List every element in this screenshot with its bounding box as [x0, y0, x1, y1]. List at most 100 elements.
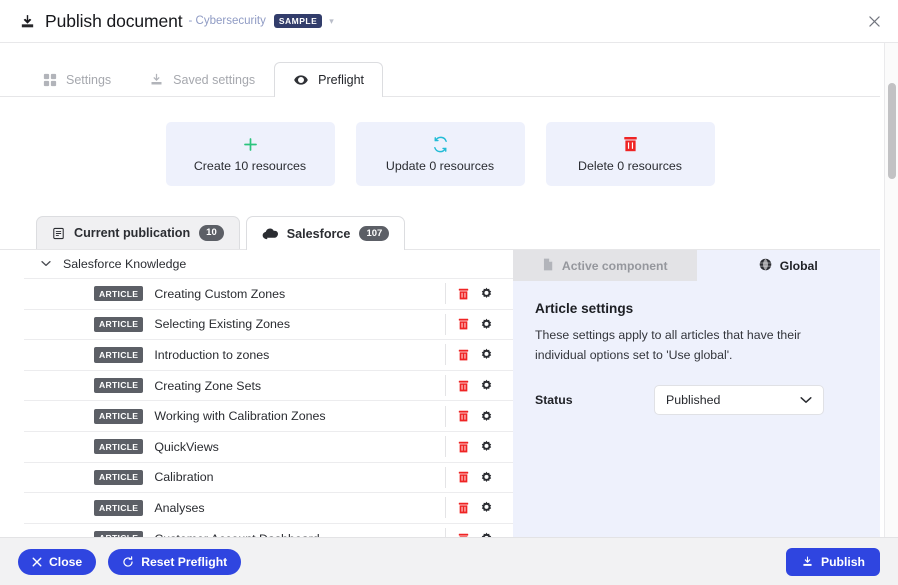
trash-icon[interactable]: [458, 502, 469, 514]
tab-current-publication[interactable]: Current publication 10: [36, 216, 240, 249]
document-icon: [542, 258, 554, 274]
row-actions: [445, 344, 513, 365]
row-actions: [445, 497, 513, 518]
x-icon: [32, 557, 42, 567]
tab-saved-settings[interactable]: Saved settings: [130, 62, 274, 96]
trash-icon: [623, 135, 638, 153]
main-tabs: Settings Saved settings: [0, 51, 880, 97]
summary-cards: Create 10 resources Update 0 resources: [0, 97, 880, 186]
row-actions: [445, 314, 513, 335]
row-title: Selecting Existing Zones: [154, 317, 445, 331]
row-type-badge: ARTICLE: [94, 439, 143, 454]
tab-current-publication-count: 10: [199, 225, 224, 241]
gear-icon[interactable]: [480, 532, 493, 537]
settings-panel-tabs: Active component Global: [513, 250, 880, 281]
reset-preflight-button[interactable]: Reset Preflight: [108, 549, 241, 575]
table-row[interactable]: ARTICLEAnalyses: [24, 492, 513, 523]
close-icon[interactable]: [866, 13, 882, 29]
vertical-scrollbar-thumb[interactable]: [888, 83, 896, 179]
table-row[interactable]: ARTICLE Working with Calibration Zones: [24, 400, 513, 431]
row-type-badge: ARTICLE: [94, 500, 143, 515]
settings-description: These settings apply to all articles tha…: [535, 326, 825, 366]
close-button[interactable]: Close: [18, 549, 96, 575]
update-resources-card[interactable]: Update 0 resources: [356, 122, 525, 186]
plus-icon: [242, 135, 259, 153]
status-select-value: Published: [666, 393, 720, 407]
tab-active-component-label: Active component: [562, 259, 668, 273]
gear-icon[interactable]: [480, 440, 493, 453]
row-type-badge: ARTICLE: [94, 286, 143, 301]
row-actions: [445, 375, 513, 396]
tab-preflight[interactable]: Preflight: [274, 62, 383, 97]
document-subtitle: - Cybersecurity: [189, 15, 266, 27]
scrollable-content: Settings Saved settings: [0, 43, 880, 537]
update-resources-label: Update 0 resources: [386, 159, 494, 173]
globe-icon: [759, 258, 772, 274]
row-title: Introduction to zones: [154, 348, 445, 362]
delete-resources-label: Delete 0 resources: [578, 159, 682, 173]
gear-icon[interactable]: [480, 348, 493, 361]
row-actions: [445, 528, 513, 537]
row-title: QuickViews: [154, 440, 445, 454]
table-row[interactable]: ARTICLECreating Zone Sets: [24, 370, 513, 401]
table-row[interactable]: ARTICLECustomer Account Dashboard: [24, 523, 513, 537]
chevron-down-icon: [800, 396, 812, 404]
settings-heading: Article settings: [535, 301, 858, 316]
table-row[interactable]: ARTICLECalibration: [24, 462, 513, 493]
reset-preflight-button-label: Reset Preflight: [141, 555, 227, 569]
settings-panel-body: Article settings These settings apply to…: [513, 281, 880, 415]
row-type-badge: ARTICLE: [94, 317, 143, 332]
preflight-panes: Salesforce Knowledge ARTICLECreating Cus…: [0, 250, 880, 537]
create-resources-card[interactable]: Create 10 resources: [166, 122, 335, 186]
chevron-down-icon[interactable]: ▾: [329, 16, 334, 27]
table-row[interactable]: ARTICLE Introduction to zones: [24, 339, 513, 370]
row-actions: [445, 406, 513, 427]
row-type-badge: ARTICLE: [94, 409, 143, 424]
gear-icon[interactable]: [480, 410, 493, 423]
gear-icon[interactable]: [480, 379, 493, 392]
row-title: Working with Calibration Zones: [154, 409, 445, 423]
tree-group-label: Salesforce Knowledge: [63, 257, 186, 271]
publish-download-icon: [801, 555, 814, 568]
cloud-icon: [262, 228, 278, 240]
gear-icon[interactable]: [480, 471, 493, 484]
trash-icon[interactable]: [458, 441, 469, 453]
trash-icon[interactable]: [458, 288, 469, 300]
saved-download-icon: [149, 72, 164, 87]
tab-salesforce-label: Salesforce: [287, 227, 351, 241]
dialog-body: Settings Saved settings: [0, 42, 898, 537]
table-row[interactable]: ARTICLECreating Custom Zones: [24, 278, 513, 309]
publish-button[interactable]: Publish: [786, 548, 880, 576]
row-type-badge: ARTICLE: [94, 470, 143, 485]
trash-icon[interactable]: [458, 380, 469, 392]
chevron-down-icon[interactable]: [41, 259, 51, 270]
status-label: Status: [535, 393, 654, 407]
publish-document-dialog: Publish document - Cybersecurity SAMPLE …: [0, 0, 898, 585]
trash-icon[interactable]: [458, 349, 469, 361]
row-actions: [445, 283, 513, 304]
tab-global[interactable]: Global: [697, 250, 881, 281]
gear-icon[interactable]: [480, 501, 493, 514]
tab-preflight-label: Preflight: [318, 73, 364, 87]
table-row[interactable]: ARTICLE Selecting Existing Zones: [24, 309, 513, 340]
dialog-titlebar: Publish document - Cybersecurity SAMPLE …: [0, 0, 898, 42]
trash-icon[interactable]: [458, 318, 469, 330]
tab-salesforce[interactable]: Salesforce 107: [246, 216, 406, 250]
status-select[interactable]: Published: [654, 385, 824, 415]
trash-icon[interactable]: [458, 533, 469, 537]
reset-circular-arrow-icon: [122, 556, 134, 568]
trash-icon[interactable]: [458, 410, 469, 422]
tab-active-component[interactable]: Active component: [513, 250, 697, 281]
vertical-scrollbar[interactable]: [884, 43, 898, 537]
table-row[interactable]: ARTICLE QuickViews: [24, 431, 513, 462]
page-title: Publish document: [45, 11, 183, 32]
trash-icon[interactable]: [458, 471, 469, 483]
gear-icon[interactable]: [480, 318, 493, 331]
gear-icon[interactable]: [480, 287, 493, 300]
tab-settings[interactable]: Settings: [24, 62, 130, 96]
row-type-badge: ARTICLE: [94, 347, 143, 362]
row-type-badge: ARTICLE: [94, 531, 143, 537]
status-field-row: Status Published: [535, 385, 858, 415]
delete-resources-card[interactable]: Delete 0 resources: [546, 122, 715, 186]
tree-group-salesforce-knowledge[interactable]: Salesforce Knowledge: [24, 250, 513, 278]
